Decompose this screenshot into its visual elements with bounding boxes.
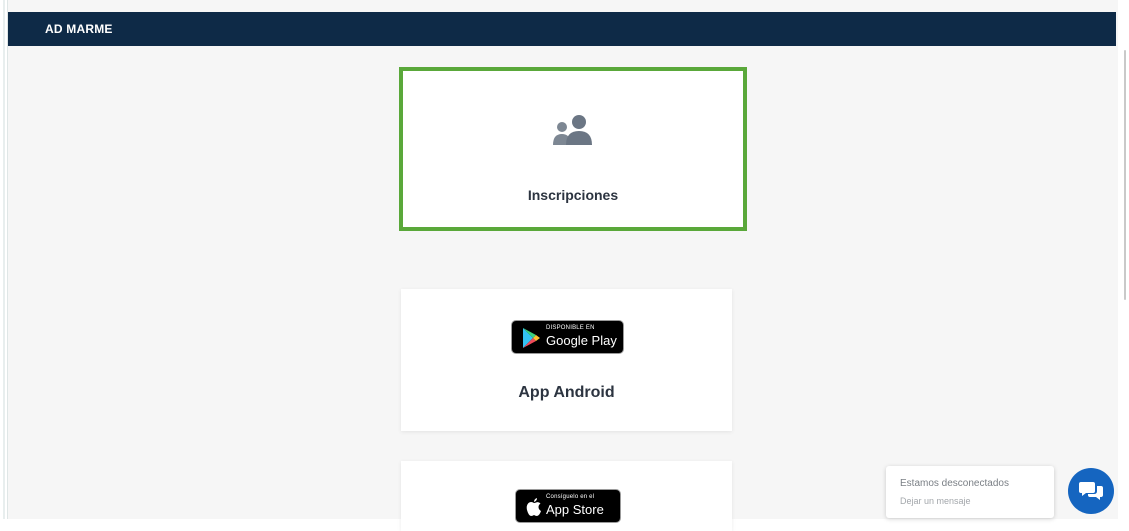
- left-edge-strip: [0, 0, 8, 519]
- inscripciones-label: Inscripciones: [527, 187, 619, 203]
- app-store-badge-title: App Store: [546, 502, 604, 517]
- google-play-icon: [523, 328, 540, 348]
- chat-bubbles-icon: [1079, 482, 1103, 500]
- top-header-bar: AD MARME: [8, 12, 1116, 46]
- google-play-badge[interactable]: DISPONIBLE EN Google Play: [511, 320, 624, 354]
- app-ios-card[interactable]: Consíguelo en el App Store: [401, 461, 732, 531]
- chat-offline-box[interactable]: Estamos desconectados Dejar un mensaje: [886, 466, 1054, 518]
- app-store-badge-caption: Consíguelo en el: [546, 494, 595, 500]
- google-play-badge-caption: DISPONIBLE EN: [546, 325, 595, 331]
- apple-icon: [526, 498, 541, 516]
- chat-leave-message-text: Dejar un mensaje: [900, 496, 971, 506]
- google-play-badge-title: Google Play: [546, 333, 617, 348]
- scrollbar-thumb[interactable]: [1124, 50, 1126, 300]
- app-store-badge[interactable]: Consíguelo en el App Store: [515, 489, 621, 523]
- users-icon: [553, 115, 592, 145]
- app-android-card[interactable]: DISPONIBLE EN Google Play App Android: [401, 289, 732, 431]
- header-title: AD MARME: [45, 22, 113, 36]
- chat-launcher-button[interactable]: [1068, 468, 1114, 514]
- app-android-label: App Android: [518, 384, 615, 401]
- inscripciones-card[interactable]: Inscripciones: [399, 67, 747, 231]
- chat-status-text: Estamos desconectados: [900, 478, 1009, 489]
